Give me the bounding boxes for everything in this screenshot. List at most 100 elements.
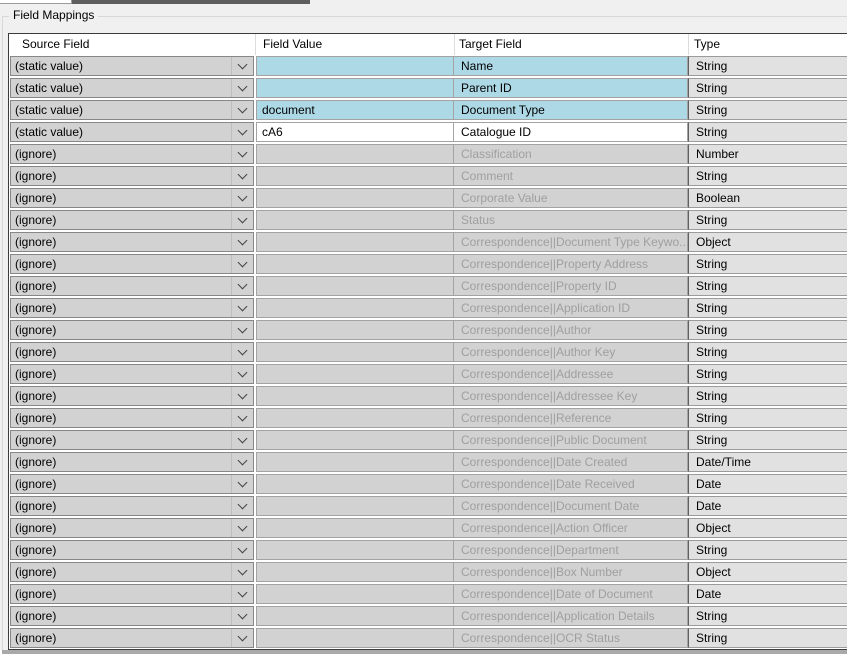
top-edge-box: [0, 0, 72, 4]
target-field-cell: Document Type: [454, 100, 688, 120]
target-field-cell: Correspondence||Document Type Keywo...: [454, 232, 688, 252]
source-field-dropdown[interactable]: (static value): [10, 100, 254, 120]
mapping-row: (ignore)Correspondence||AddresseeString: [9, 363, 847, 385]
source-field-dropdown[interactable]: (ignore): [10, 320, 254, 340]
field-value-cell[interactable]: [256, 56, 454, 76]
source-field-selected-value: (ignore): [11, 587, 231, 601]
type-cell: Object: [688, 518, 847, 538]
source-field-dropdown[interactable]: (ignore): [10, 474, 254, 494]
target-field-cell: Name: [454, 56, 688, 76]
target-field-cell: Correspondence||Action Officer: [454, 518, 688, 538]
field-value-cell: [256, 430, 454, 450]
target-field-cell: Classification: [454, 144, 688, 164]
field-value-cell: [256, 386, 454, 406]
type-cell: String: [688, 408, 847, 428]
column-header-target-field: Target Field: [459, 37, 522, 51]
type-cell: String: [688, 430, 847, 450]
field-value-cell[interactable]: document: [256, 100, 454, 120]
mapping-row: (ignore)Correspondence||Box NumberObject: [9, 561, 847, 583]
mapping-row: (ignore)Correspondence||Author KeyString: [9, 341, 847, 363]
type-cell: String: [688, 122, 847, 142]
chevron-down-icon: [231, 79, 253, 97]
chevron-down-icon: [231, 189, 253, 207]
field-value-cell: [256, 166, 454, 186]
source-field-dropdown[interactable]: (ignore): [10, 342, 254, 362]
target-field-cell: Status: [454, 210, 688, 230]
target-field-cell: Correspondence||Box Number: [454, 562, 688, 582]
source-field-dropdown[interactable]: (static value): [10, 56, 254, 76]
mapping-row: (ignore)Correspondence||Public DocumentS…: [9, 429, 847, 451]
field-value-cell[interactable]: [256, 78, 454, 98]
target-field-cell: Comment: [454, 166, 688, 186]
mapping-row: (static value)Parent IDString: [9, 77, 847, 99]
source-field-dropdown[interactable]: (ignore): [10, 210, 254, 230]
source-field-dropdown[interactable]: (ignore): [10, 606, 254, 626]
source-field-selected-value: (ignore): [11, 169, 231, 183]
source-field-selected-value: (ignore): [11, 367, 231, 381]
source-field-dropdown[interactable]: (static value): [10, 122, 254, 142]
mapping-row: (ignore)Correspondence||AuthorString: [9, 319, 847, 341]
target-field-cell: Correspondence||Reference: [454, 408, 688, 428]
field-value-cell: [256, 320, 454, 340]
mapping-row: (ignore)Correspondence||DepartmentString: [9, 539, 847, 561]
grid-rows: (static value) Name String (static value)Pa…: [9, 55, 847, 649]
mapping-row: (ignore)ClassificationNumber: [9, 143, 847, 165]
target-field-cell: Correspondence||Date Created: [454, 452, 688, 472]
target-field-cell: Correspondence||OCR Status: [454, 628, 688, 648]
chevron-down-icon: [231, 519, 253, 537]
field-value-cell: [256, 496, 454, 516]
chevron-down-icon: [231, 365, 253, 383]
chevron-down-icon: [231, 541, 253, 559]
target-field-cell: Corporate Value: [454, 188, 688, 208]
mapping-row: (ignore)Correspondence||Addressee KeyStr…: [9, 385, 847, 407]
source-field-dropdown[interactable]: (ignore): [10, 188, 254, 208]
field-value-cell: [256, 342, 454, 362]
field-value-cell: [256, 298, 454, 318]
chevron-down-icon: [231, 629, 253, 647]
source-field-selected-value: (ignore): [11, 631, 231, 645]
source-field-selected-value: (ignore): [11, 521, 231, 535]
source-field-dropdown[interactable]: (ignore): [10, 144, 254, 164]
mapping-row: (static value)cA6Catalogue IDString: [9, 121, 847, 143]
source-field-dropdown[interactable]: (ignore): [10, 430, 254, 450]
type-cell: Date: [688, 496, 847, 516]
source-field-dropdown[interactable]: (ignore): [10, 518, 254, 538]
bottom-scroll-strip: [2, 650, 847, 654]
source-field-selected-value: (ignore): [11, 477, 231, 491]
source-field-dropdown[interactable]: (ignore): [10, 408, 254, 428]
source-field-dropdown[interactable]: (ignore): [10, 254, 254, 274]
source-field-dropdown[interactable]: (ignore): [10, 232, 254, 252]
chevron-down-icon: [231, 299, 253, 317]
source-field-dropdown[interactable]: (ignore): [10, 584, 254, 604]
field-value-cell: [256, 628, 454, 648]
source-field-dropdown[interactable]: (ignore): [10, 298, 254, 318]
source-field-dropdown[interactable]: (ignore): [10, 628, 254, 648]
chevron-down-icon: [231, 343, 253, 361]
source-field-selected-value: (ignore): [11, 301, 231, 315]
mapping-row: (ignore)Correspondence||Property Address…: [9, 253, 847, 275]
mapping-row: (ignore) Correspondence||ReferenceString: [9, 407, 847, 429]
field-value-cell: [256, 364, 454, 384]
mapping-row: (ignore)Correspondence||Date CreatedDate…: [9, 451, 847, 473]
source-field-dropdown[interactable]: (ignore): [10, 452, 254, 472]
source-field-dropdown[interactable]: (ignore): [10, 496, 254, 516]
field-value-cell: [256, 254, 454, 274]
source-field-dropdown[interactable]: (static value): [10, 78, 254, 98]
source-field-selected-value: (static value): [11, 103, 231, 117]
mapping-row: (ignore)Correspondence||Property IDStrin…: [9, 275, 847, 297]
field-value-cell: [256, 210, 454, 230]
source-field-dropdown[interactable]: (ignore): [10, 364, 254, 384]
source-field-dropdown[interactable]: (ignore): [10, 276, 254, 296]
source-field-dropdown[interactable]: (ignore): [10, 386, 254, 406]
target-field-cell: Catalogue ID: [454, 122, 688, 142]
source-field-dropdown[interactable]: (ignore): [10, 166, 254, 186]
type-cell: Object: [688, 232, 847, 252]
field-value-cell[interactable]: cA6: [256, 122, 454, 142]
source-field-dropdown[interactable]: (ignore): [10, 540, 254, 560]
source-field-dropdown[interactable]: (ignore): [10, 562, 254, 582]
source-field-selected-value: (ignore): [11, 257, 231, 271]
chevron-down-icon: [231, 607, 253, 625]
chevron-down-icon: [231, 233, 253, 251]
top-scrollbar-thumb[interactable]: [72, 0, 310, 4]
mapping-row: (ignore)CommentString: [9, 165, 847, 187]
